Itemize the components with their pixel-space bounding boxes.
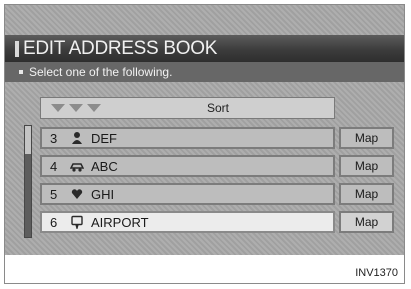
- page-title: EDIT ADDRESS BOOK: [23, 38, 218, 59]
- map-button[interactable]: Map: [339, 183, 394, 205]
- heart-icon: [70, 187, 84, 201]
- entry-number: 4: [50, 159, 58, 174]
- map-button[interactable]: Map: [339, 211, 394, 233]
- map-button[interactable]: Map: [339, 127, 394, 149]
- instruction-text: Select one of the following.: [29, 65, 173, 79]
- list-item[interactable]: 6 AIRPORT: [40, 211, 335, 233]
- sort-button[interactable]: Sort: [40, 97, 335, 119]
- car-icon: [69, 159, 85, 173]
- scrollbar-thumb[interactable]: [25, 126, 31, 154]
- bullet-icon: [19, 70, 23, 74]
- entry-number: 6: [50, 215, 58, 230]
- entry-number: 3: [50, 131, 58, 146]
- figure-frame: EDIT ADDRESS BOOK Select one of the foll…: [4, 4, 405, 284]
- list-item[interactable]: 4 ABC: [40, 155, 335, 177]
- list-item[interactable]: 5 GHI: [40, 183, 335, 205]
- nav-screen: EDIT ADDRESS BOOK Select one of the foll…: [5, 5, 404, 255]
- triangle-down-icon: [51, 104, 65, 112]
- figure-code: INV1370: [355, 267, 398, 279]
- triangle-down-icon: [69, 104, 83, 112]
- entry-name: AIRPORT: [91, 215, 149, 230]
- title-accent: [15, 41, 19, 57]
- list-item[interactable]: 3 DEF: [40, 127, 335, 149]
- triangle-down-icon: [87, 104, 101, 112]
- instruction-row: Select one of the following.: [5, 62, 404, 82]
- sort-label: Sort: [207, 101, 230, 115]
- entry-name: ABC: [91, 159, 118, 174]
- map-button[interactable]: Map: [339, 155, 394, 177]
- title-bar: EDIT ADDRESS BOOK: [5, 35, 404, 62]
- speech-bubble-icon: [70, 215, 84, 231]
- person-icon: [70, 131, 84, 145]
- entry-name: DEF: [91, 131, 117, 146]
- entry-number: 5: [50, 187, 58, 202]
- scrollbar[interactable]: [24, 125, 32, 238]
- entry-name: GHI: [91, 187, 115, 202]
